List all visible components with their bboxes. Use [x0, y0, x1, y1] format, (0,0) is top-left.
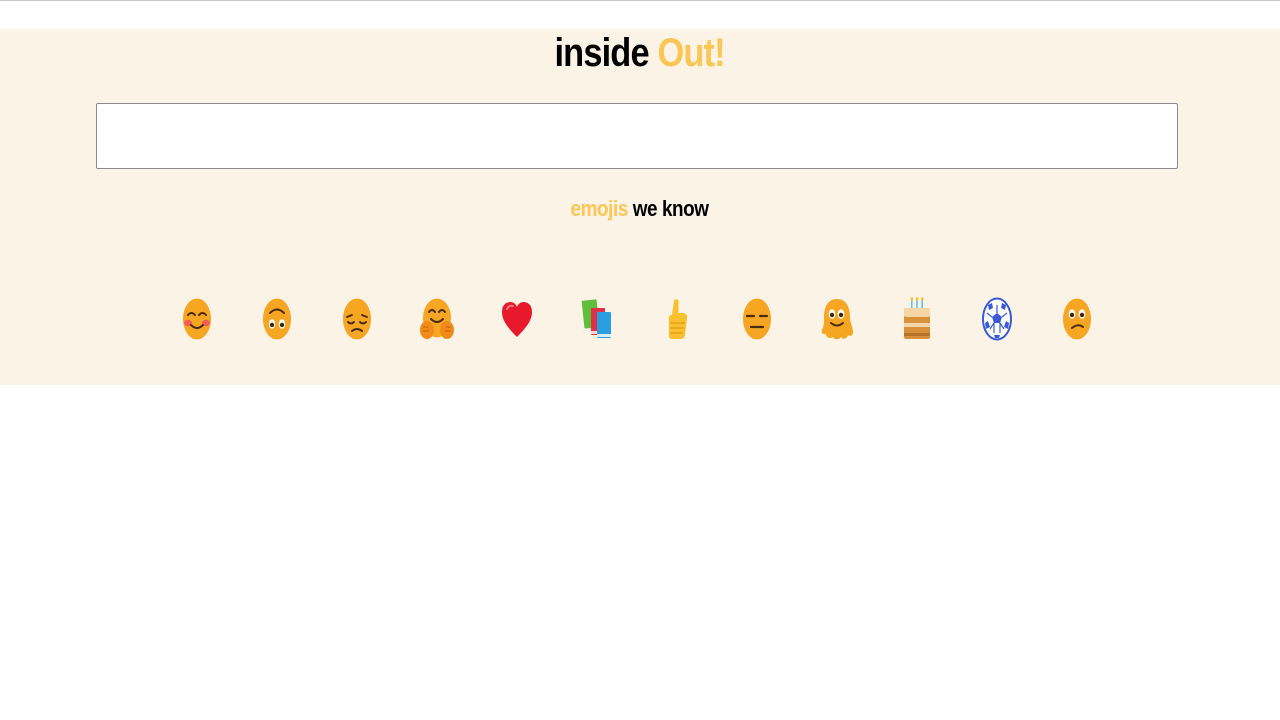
section-label-part-2: we know: [632, 196, 709, 221]
melting-face-icon: [821, 299, 853, 340]
emoji-item-hugging-face[interactable]: [397, 295, 477, 343]
top-divider: [0, 0, 1280, 1]
page-title: inside Out!: [89, 31, 1190, 75]
section-label-part-1: emojis: [570, 196, 629, 221]
red-heart-icon: [502, 302, 532, 337]
emoji-item-confused-face[interactable]: [1037, 295, 1117, 343]
section-label: emojis we know: [89, 196, 1190, 222]
birthday-cake-icon: [904, 297, 930, 339]
emoji-input[interactable]: [96, 103, 1178, 169]
expressionless-face-icon: [743, 298, 771, 340]
pensive-face-icon: [343, 298, 371, 340]
emoji-item-expressionless-face[interactable]: [717, 295, 797, 343]
smiling-face-with-smiling-eyes-icon: [183, 298, 211, 340]
books-icon: [581, 299, 611, 338]
emoji-item-smiling-face[interactable]: [157, 295, 237, 343]
emoji-list: [157, 295, 1117, 343]
upside-down-face-icon: [263, 298, 291, 340]
emoji-item-books[interactable]: [557, 295, 637, 343]
emoji-item-red-heart[interactable]: [477, 295, 557, 343]
emoji-item-thumbs-up[interactable]: [637, 295, 717, 343]
hugging-face-icon: [420, 298, 454, 339]
emoji-item-upside-down-face[interactable]: [237, 295, 317, 343]
emoji-item-pensive-face[interactable]: [317, 295, 397, 343]
emoji-item-melting-face[interactable]: [797, 295, 877, 343]
thumbs-up-icon: [669, 299, 688, 339]
emoji-item-soccer-ball[interactable]: [957, 295, 1037, 343]
emoji-item-birthday-cake[interactable]: [877, 295, 957, 343]
soccer-ball-icon: [982, 297, 1012, 341]
confused-face-icon: [1063, 298, 1091, 340]
title-part-1: inside: [554, 31, 649, 75]
title-part-2: Out!: [657, 31, 725, 75]
